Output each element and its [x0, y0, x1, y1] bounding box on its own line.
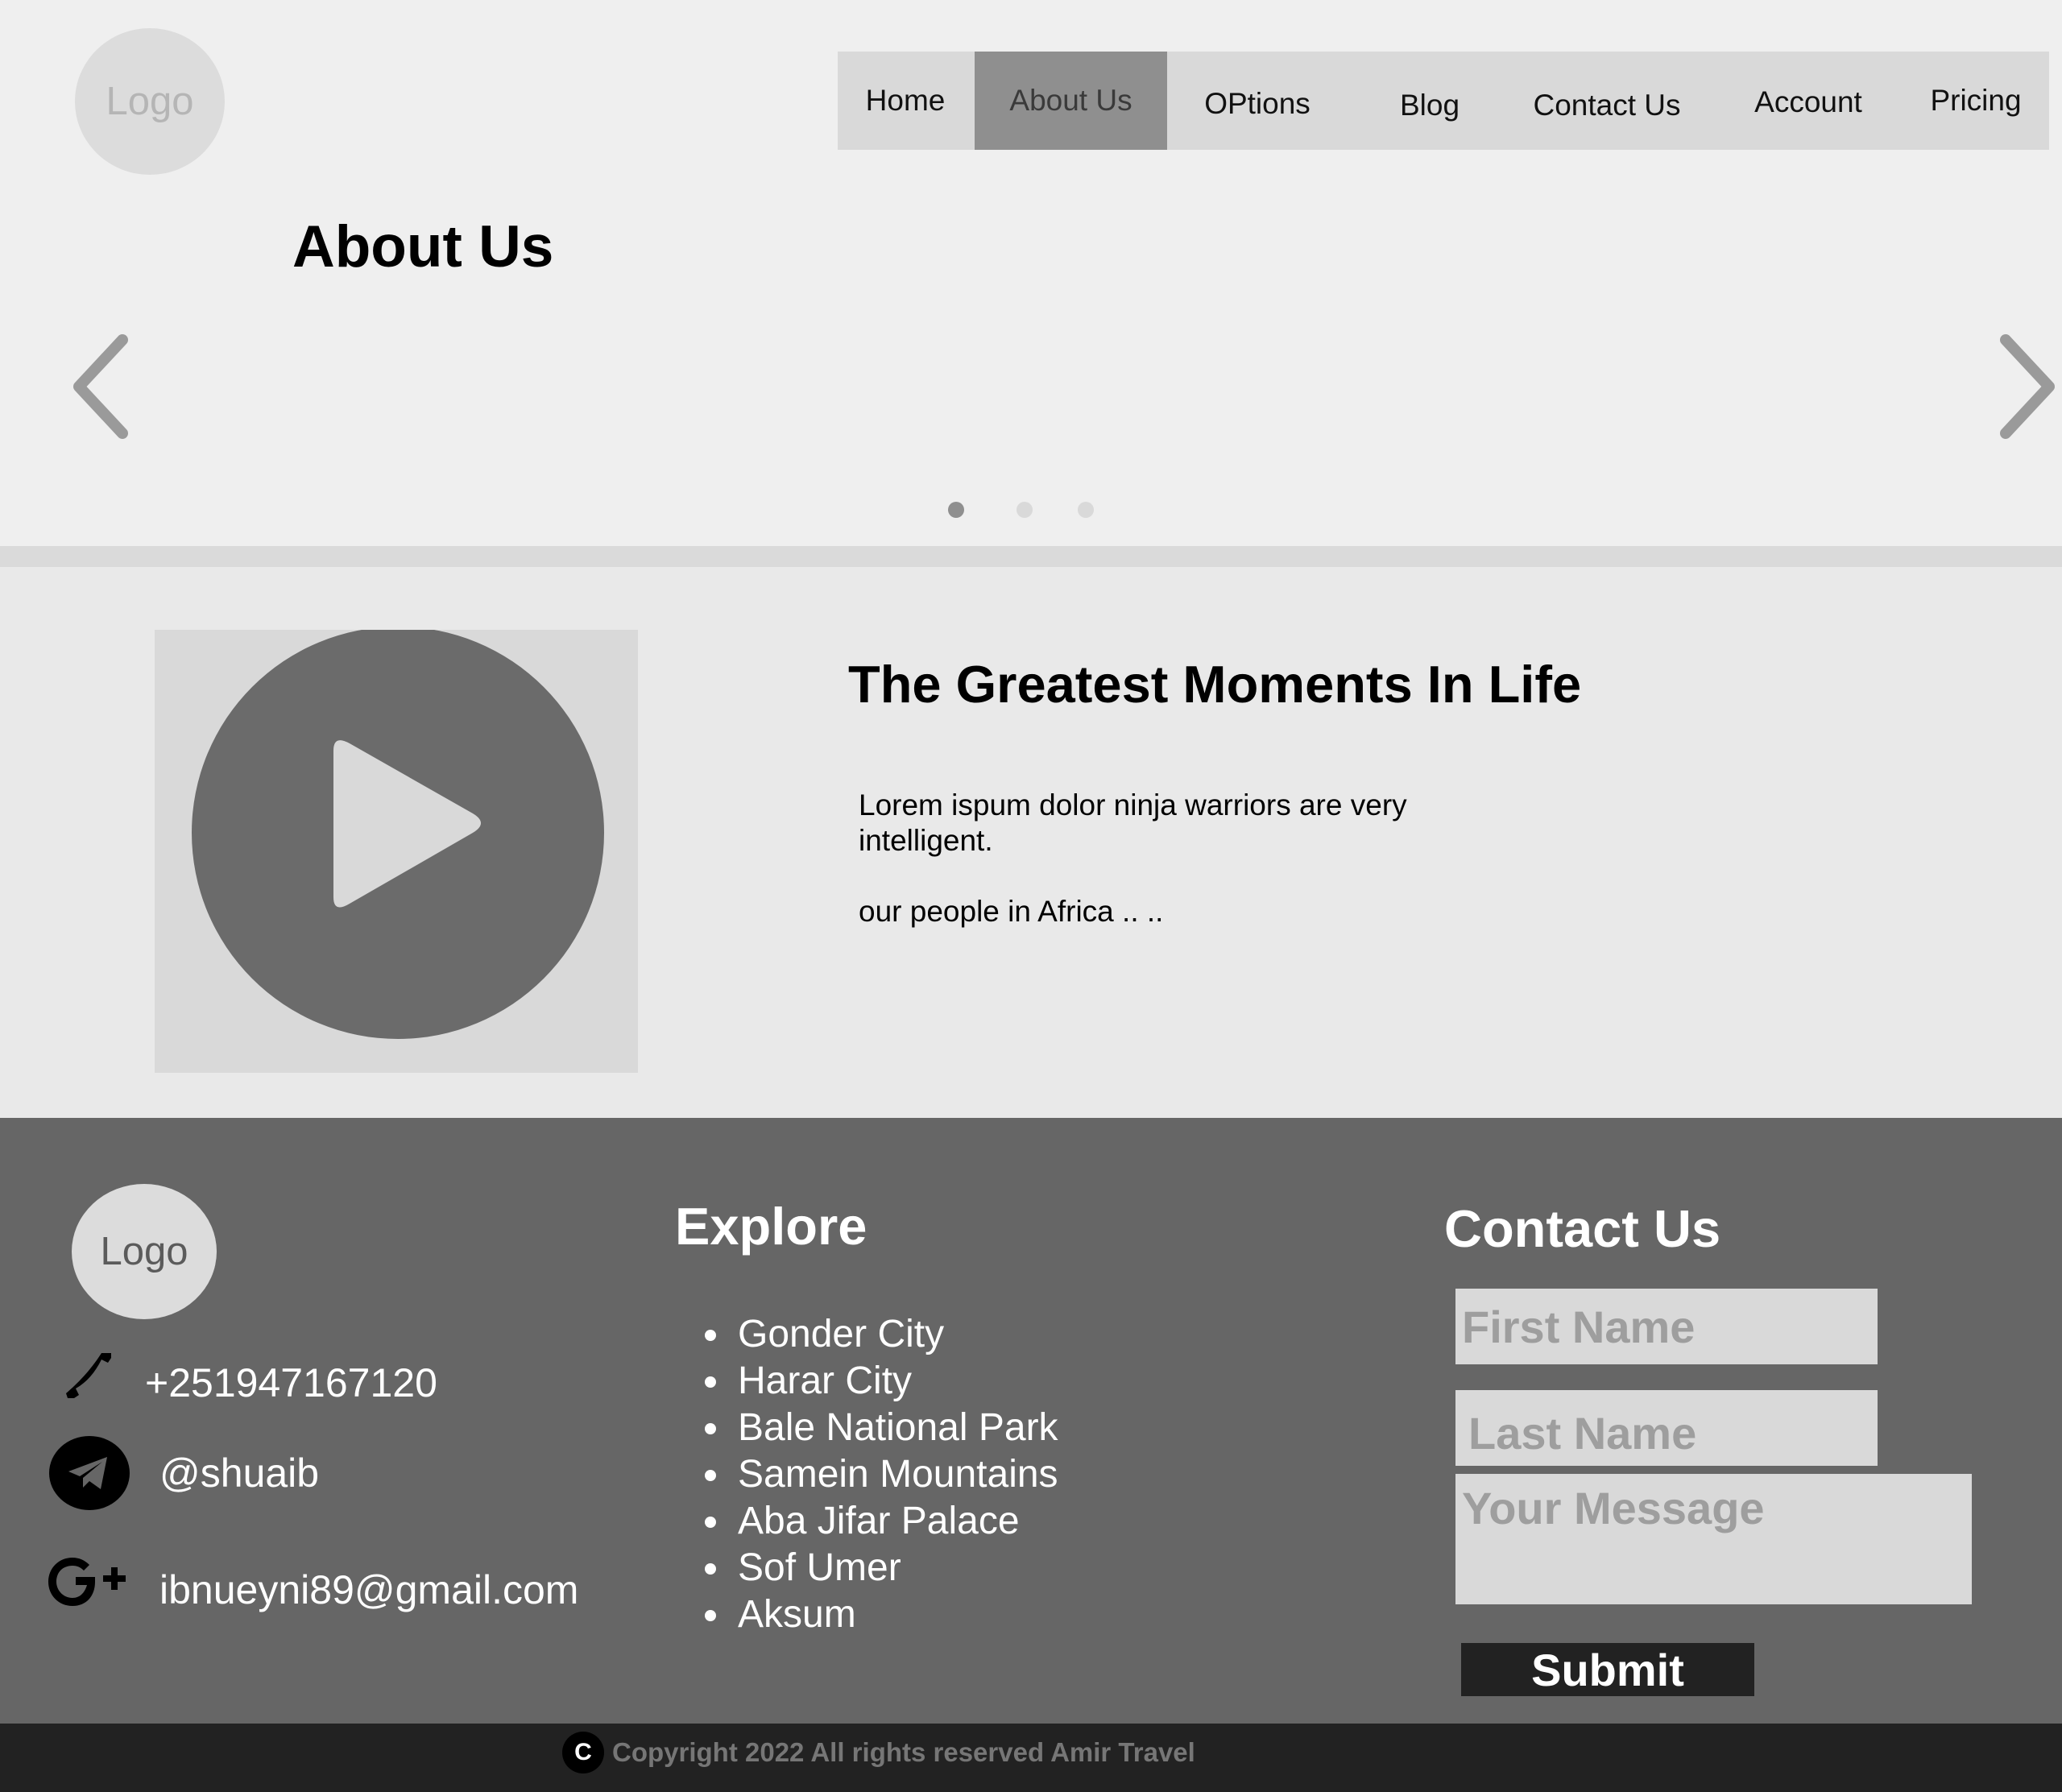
first-name-field[interactable]: [1455, 1289, 1878, 1364]
explore-item[interactable]: Sof Umer: [733, 1545, 1058, 1591]
nav-pricing[interactable]: Pricing: [1907, 52, 2044, 150]
video-player[interactable]: [155, 630, 638, 1073]
telegram-glyph: [68, 1457, 107, 1489]
phone-icon: [66, 1353, 111, 1398]
nav-blog[interactable]: Blog: [1353, 56, 1506, 155]
nav-account[interactable]: Account: [1712, 53, 1905, 151]
nav-about-us[interactable]: About Us: [975, 52, 1167, 150]
explore-item[interactable]: Samein Mountains: [733, 1451, 1058, 1498]
carousel-dot-2[interactable]: [1017, 502, 1033, 518]
copyright-text: Copyright 2022 All rights reserved Amir …: [612, 1737, 1195, 1767]
explore-item[interactable]: Bale National Park: [733, 1405, 1058, 1451]
copyright-symbol: C: [574, 1739, 592, 1765]
telegram-icon[interactable]: [49, 1436, 130, 1510]
explore-item[interactable]: Aba Jifar Palace: [733, 1498, 1058, 1545]
logo[interactable]: Logo: [75, 28, 225, 175]
nav-home[interactable]: Home: [838, 52, 973, 150]
footer-email[interactable]: ibnueyni89@gmail.com: [159, 1566, 578, 1613]
chevron-left-icon: [73, 334, 128, 439]
section-divider: [0, 546, 2062, 567]
carousel-dot-1[interactable]: [948, 502, 964, 518]
feature-paragraph-1: Lorem ispum dolor ninja warriors are ver…: [859, 788, 1407, 857]
contact-heading: Contact Us: [1444, 1199, 1721, 1258]
nav-contact-us[interactable]: Contact Us: [1506, 56, 1708, 155]
carousel-dot-3[interactable]: [1078, 502, 1094, 518]
feature-title: The Greatest Moments In Life: [848, 655, 1582, 714]
carousel-next-button[interactable]: [1990, 330, 2062, 443]
chevron-right-icon: [2000, 334, 2055, 439]
explore-item[interactable]: Gonder City: [733, 1311, 1058, 1358]
explore-heading: Explore: [675, 1197, 867, 1256]
copyright-icon: C: [562, 1732, 604, 1773]
last-name-field[interactable]: [1455, 1390, 1878, 1466]
submit-button[interactable]: Submit: [1461, 1643, 1754, 1696]
carousel-prev-button[interactable]: [66, 330, 139, 443]
main-nav: Home About Us OPtions Blog Contact Us Ac…: [838, 52, 2049, 150]
footer-telegram[interactable]: @shuaib: [159, 1450, 319, 1496]
message-field[interactable]: [1455, 1474, 1972, 1604]
play-icon[interactable]: [155, 630, 638, 1073]
feature-description: Lorem ispum dolor ninja warriors are ver…: [859, 788, 1471, 929]
explore-item[interactable]: Aksum: [733, 1591, 1058, 1638]
nav-options[interactable]: OPtions: [1170, 55, 1345, 153]
logo-text: Logo: [106, 80, 194, 123]
footer-logo-text: Logo: [100, 1230, 188, 1273]
page-title: About Us: [292, 214, 554, 279]
footer-logo[interactable]: Logo: [72, 1184, 217, 1319]
explore-list: Gonder City Harar City Bale National Par…: [691, 1311, 1058, 1638]
footer-phone[interactable]: +251947167120: [145, 1360, 437, 1406]
google-plus-icon[interactable]: [48, 1551, 132, 1612]
explore-item[interactable]: Harar City: [733, 1358, 1058, 1405]
feature-paragraph-2: our people in Africa .. ..: [859, 895, 1164, 928]
